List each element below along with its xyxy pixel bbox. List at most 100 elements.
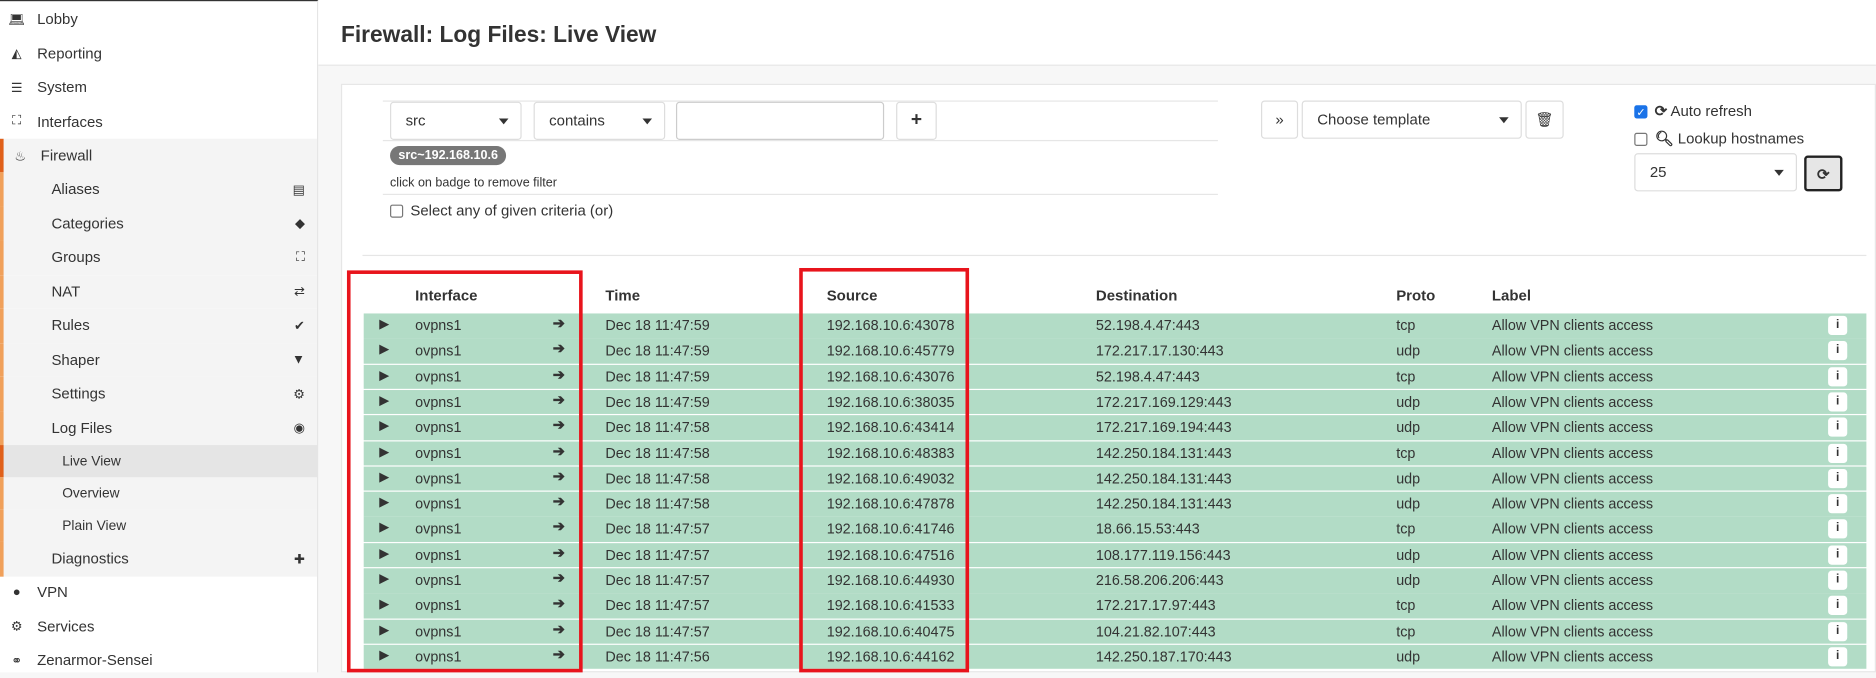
table-row[interactable]: ▶ ➔ ovpns1 Dec 18 11:47:59 192.168.10.6:4307… bbox=[363, 364, 1867, 389]
cell-label: Allow VPN clients access bbox=[1491, 317, 1654, 334]
column-header-proto[interactable]: Proto bbox=[1396, 287, 1435, 304]
info-icon[interactable]: i bbox=[1828, 468, 1848, 488]
info-icon[interactable]: i bbox=[1828, 545, 1848, 565]
cell-label: Allow VPN clients access bbox=[1491, 469, 1654, 487]
table-row[interactable]: ▶ ➔ ovpns1 Dec 18 11:47:58 192.168.10.6:4838… bbox=[363, 440, 1867, 466]
cell-label: Allow VPN clients access bbox=[1491, 648, 1654, 666]
cell-time: Dec 18 11:47:57 bbox=[605, 546, 710, 564]
filter-badge[interactable]: src~192.168.10.6 bbox=[390, 145, 507, 166]
table-row[interactable]: ▶ ➔ ovpns1 Dec 18 11:47:59 192.168.10.6:4307… bbox=[363, 313, 1867, 338]
limit-select[interactable]: 25 bbox=[1634, 153, 1797, 192]
highlight-box-source bbox=[799, 267, 970, 673]
info-icon[interactable]: i bbox=[1828, 443, 1848, 463]
cell-label: Allow VPN clients access bbox=[1491, 368, 1654, 385]
sidebar-item[interactable]: Shaper ▼ bbox=[0, 342, 318, 377]
cell-time: Dec 18 11:47:58 bbox=[605, 444, 710, 462]
sidebar-item[interactable]: ◭ Reporting bbox=[0, 36, 317, 70]
auto-refresh-checkbox[interactable]: ✓ bbox=[1634, 105, 1648, 119]
sidebar-item[interactable]: Rules ✔ bbox=[0, 308, 318, 343]
cell-time: Dec 18 11:47:59 bbox=[605, 317, 710, 334]
cell-label: Allow VPN clients access bbox=[1491, 444, 1654, 462]
sidebar-item[interactable]: Log Files ◉ bbox=[0, 410, 318, 446]
refresh-button[interactable]: ⟳ bbox=[1804, 155, 1843, 192]
info-icon[interactable]: i bbox=[1828, 519, 1848, 539]
sidebar-item[interactable]: Plain View bbox=[0, 509, 318, 542]
template-select[interactable]: Choose template bbox=[1301, 100, 1522, 139]
info-icon[interactable]: i bbox=[1828, 570, 1848, 590]
sidebar-item[interactable]: Categories ◆ bbox=[0, 206, 318, 241]
filter-operator-select[interactable]: contains bbox=[533, 101, 666, 140]
sidebar-item[interactable]: ● VPN bbox=[0, 575, 317, 609]
sidebar-item[interactable]: Settings ⚙ bbox=[0, 376, 318, 411]
column-header-destination[interactable]: Destination bbox=[1096, 287, 1177, 304]
info-icon[interactable]: i bbox=[1828, 621, 1848, 641]
table-row[interactable]: ▶ ➔ ovpns1 Dec 18 11:47:58 192.168.10.6:4787… bbox=[363, 491, 1867, 517]
cell-time: Dec 18 11:47:57 bbox=[605, 597, 710, 615]
sidebar-item[interactable]: ⚙ Services bbox=[0, 610, 317, 644]
or-criteria-option[interactable]: Select any of given criteria (or) bbox=[390, 202, 613, 219]
lookup-hostnames-checkbox[interactable] bbox=[1634, 133, 1648, 147]
sidebar-item-label: Rules bbox=[51, 317, 90, 335]
info-icon[interactable]: i bbox=[1828, 647, 1848, 667]
cell-proto: udp bbox=[1396, 571, 1421, 589]
table-row[interactable]: ▶ ➔ ovpns1 Dec 18 11:47:58 192.168.10.6:4341… bbox=[363, 415, 1867, 440]
sidebar-item[interactable]: ⚭ Zenarmor-Sensei bbox=[0, 644, 317, 678]
table-row[interactable]: ▶ ➔ ovpns1 Dec 18 11:47:57 192.168.10.6:4493… bbox=[363, 568, 1867, 593]
filter-icon: ▼ bbox=[292, 352, 306, 367]
cell-time: Dec 18 11:47:58 bbox=[605, 469, 710, 487]
info-icon[interactable]: i bbox=[1828, 315, 1848, 335]
sidebar-item[interactable]: Groups ⛶ bbox=[0, 240, 318, 275]
table-row[interactable]: ▶ ➔ ovpns1 Dec 18 11:47:57 192.168.10.6:4047… bbox=[363, 619, 1867, 644]
add-filter-button[interactable]: + bbox=[896, 101, 937, 140]
sidebar-item[interactable]: NAT ⇄ bbox=[0, 274, 318, 309]
delete-template-button[interactable]: 🗑 bbox=[1525, 100, 1564, 139]
sidebar-item[interactable]: ♨ Firewall bbox=[0, 138, 318, 173]
cell-label: Allow VPN clients access bbox=[1491, 520, 1654, 538]
template-placeholder: Choose template bbox=[1317, 111, 1431, 129]
lookup-hostnames-option[interactable]: 🔍︎ Lookup hostnames bbox=[1634, 130, 1804, 148]
cell-destination: 172.217.17.97:443 bbox=[1095, 597, 1216, 615]
divider bbox=[382, 139, 1218, 142]
sidebar-item[interactable]: Diagnostics ✚ bbox=[0, 541, 318, 577]
info-icon[interactable]: i bbox=[1828, 596, 1848, 616]
table-row[interactable]: ▶ ➔ ovpns1 Dec 18 11:47:59 192.168.10.6:3803… bbox=[363, 389, 1867, 415]
sidebar-item-label: Firewall bbox=[40, 147, 93, 165]
filter-field-value: src bbox=[405, 112, 426, 130]
info-icon[interactable]: i bbox=[1828, 392, 1848, 412]
sidebar-item[interactable]: Overview bbox=[0, 477, 318, 510]
info-icon[interactable]: i bbox=[1828, 417, 1848, 437]
medkit-icon: ✚ bbox=[294, 552, 306, 567]
or-criteria-checkbox[interactable] bbox=[390, 204, 404, 218]
or-criteria-label: Select any of given criteria (or) bbox=[410, 202, 614, 219]
cell-time: Dec 18 11:47:59 bbox=[605, 368, 710, 385]
column-header-time[interactable]: Time bbox=[605, 287, 640, 304]
info-icon[interactable]: i bbox=[1828, 341, 1848, 361]
page-title: Firewall: Log Files: Live View bbox=[340, 22, 657, 48]
cell-proto: udp bbox=[1396, 418, 1421, 436]
info-icon[interactable]: i bbox=[1828, 494, 1848, 514]
column-header-label[interactable]: Label bbox=[1492, 287, 1531, 304]
filter-field-select[interactable]: src bbox=[390, 101, 522, 140]
auto-refresh-option[interactable]: ✓ ⟳ Auto refresh bbox=[1634, 102, 1752, 120]
cell-proto: tcp bbox=[1396, 622, 1416, 640]
table-row[interactable]: ▶ ➔ ovpns1 Dec 18 11:47:58 192.168.10.6:4903… bbox=[363, 466, 1867, 491]
sidebar-item[interactable]: ⛶ Interfaces bbox=[0, 105, 317, 139]
cell-destination: 142.250.187.170:443 bbox=[1095, 648, 1232, 666]
table-row[interactable]: ▶ ➔ ovpns1 Dec 18 11:47:56 192.168.10.6:4416… bbox=[363, 644, 1867, 670]
table-row[interactable]: ▶ ➔ ovpns1 Dec 18 11:47:59 192.168.10.6:4577… bbox=[363, 338, 1867, 364]
filter-value-input[interactable] bbox=[675, 101, 885, 140]
table-row[interactable]: ▶ ➔ ovpns1 Dec 18 11:47:57 192.168.10.6:4153… bbox=[363, 593, 1867, 619]
cell-label: Allow VPN clients access bbox=[1491, 622, 1654, 640]
sidebar-item[interactable]: Aliases ▤ bbox=[0, 172, 318, 207]
cell-destination: 142.250.184.131:443 bbox=[1095, 444, 1232, 462]
expand-template-button[interactable]: » bbox=[1261, 100, 1299, 139]
table-row[interactable]: ▶ ➔ ovpns1 Dec 18 11:47:57 192.168.10.6:4751… bbox=[363, 542, 1867, 568]
check-icon: ✔ bbox=[294, 319, 306, 334]
table-row[interactable]: ▶ ➔ ovpns1 Dec 18 11:47:57 192.168.10.6:4174… bbox=[363, 517, 1867, 542]
sidebar-item[interactable]: Live View bbox=[0, 445, 318, 478]
info-icon[interactable]: i bbox=[1828, 366, 1848, 386]
chevron-down-icon bbox=[498, 118, 509, 125]
sidebar-item[interactable]: ☰ System bbox=[0, 71, 317, 105]
fire-icon: ♨ bbox=[14, 149, 27, 164]
sidebar-item[interactable]: 💻︎ Lobby bbox=[0, 2, 317, 36]
